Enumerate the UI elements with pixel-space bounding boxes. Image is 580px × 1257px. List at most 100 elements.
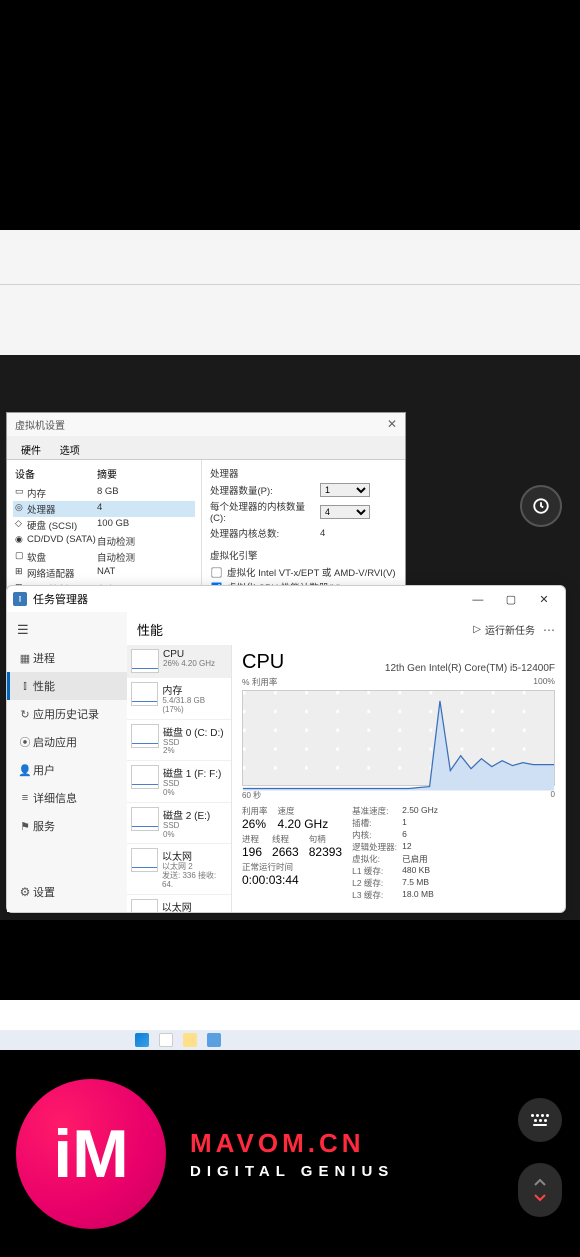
proc-setting-value: 4 xyxy=(320,528,325,539)
app-icon[interactable] xyxy=(207,1033,221,1047)
device-name: CD/DVD (SATA) xyxy=(27,534,97,548)
spec-key: 逻辑处理器: xyxy=(352,841,402,853)
sidebar-item-settings[interactable]: ⚙ 设置 xyxy=(7,876,127,908)
resource-title: 以太网 xyxy=(162,899,227,912)
sidebar-item-label: 用户 xyxy=(33,762,55,778)
keyboard-icon xyxy=(531,1114,549,1126)
hnd-value: 82393 xyxy=(309,845,342,859)
device-name: 软盘 xyxy=(27,550,97,564)
device-row[interactable]: ◇硬盘 (SCSI)100 GB xyxy=(13,517,195,533)
resource-sub: SSD2% xyxy=(163,739,224,757)
resource-item[interactable]: 磁盘 1 (F: F:)SSD0% xyxy=(127,761,231,803)
sidebar-item[interactable]: ↻应用历史记录 xyxy=(7,700,127,728)
proc-setting-select[interactable]: 4 xyxy=(320,505,370,519)
nav-pill[interactable] xyxy=(518,1163,562,1217)
sidebar-item-label: 应用历史记录 xyxy=(33,706,99,722)
proc-setting-label: 每个处理器的内核数量(C): xyxy=(210,499,320,524)
uptime-value: 0:00:03:44 xyxy=(242,873,342,887)
section-processor: 处理器 xyxy=(210,466,397,480)
cpu-heading: CPU xyxy=(242,651,284,674)
tab-options[interactable]: 选项 xyxy=(54,440,86,459)
maximize-icon[interactable]: ▢ xyxy=(496,593,526,606)
resource-thumb xyxy=(131,682,158,706)
device-row[interactable]: ▭内存8 GB xyxy=(13,485,195,501)
start-icon[interactable] xyxy=(135,1033,149,1047)
spec-val: 已启用 xyxy=(402,853,428,865)
explorer-icon[interactable] xyxy=(183,1033,197,1047)
hnd-label: 句柄 xyxy=(309,833,342,845)
resource-sub: 5.4/31.8 GB (17%) xyxy=(162,697,227,715)
sidebar-icon: ⚑ xyxy=(17,820,33,833)
keyboard-button[interactable] xyxy=(518,1098,562,1142)
sidebar-item-label: 详细信息 xyxy=(33,790,77,806)
resource-sub: SSD0% xyxy=(163,780,221,798)
taskmgr-title: 任务管理器 xyxy=(33,591,463,607)
close-icon[interactable]: ✕ xyxy=(529,593,559,606)
run-new-task-button[interactable]: ▷ 运行新任务 xyxy=(473,622,535,637)
graph-xright: 0 xyxy=(551,790,555,801)
resource-item[interactable]: 磁盘 2 (E:)SSD0% xyxy=(127,803,231,845)
spec-key: L3 缓存: xyxy=(352,889,402,901)
resource-thumb xyxy=(131,765,159,789)
brand-tagline: DIGITAL GENIUS xyxy=(190,1163,394,1180)
sidebar-item-label: 进程 xyxy=(33,650,55,666)
tab-hardware[interactable]: 硬件 xyxy=(15,440,47,459)
spec-val: 480 KB xyxy=(402,865,430,877)
minimize-icon[interactable]: — xyxy=(463,594,493,606)
device-row[interactable]: ◉CD/DVD (SATA)自动检测 xyxy=(13,533,195,549)
brand-logo: iM xyxy=(16,1079,166,1229)
virt-checkbox[interactable] xyxy=(211,567,221,577)
hamburger-icon[interactable]: ☰ xyxy=(7,616,127,644)
taskmgr-sidebar: ☰▦进程⫾性能↻应用历史记录⦿启动应用👤用户≡详细信息⚑服务 ⚙ 设置 xyxy=(7,612,127,912)
task-manager-window: ⫾ 任务管理器 — ▢ ✕ ☰▦进程⫾性能↻应用历史记录⦿启动应用👤用户≡详细信… xyxy=(6,585,566,913)
sidebar-item[interactable]: ≡详细信息 xyxy=(7,784,127,812)
resource-item[interactable]: 以太网VMware Network ..发送: 0 接收: 0 Kbp xyxy=(127,895,231,912)
device-row[interactable]: ◎处理器4 xyxy=(13,501,195,517)
spec-key: 虚拟化: xyxy=(352,853,402,865)
proc-setting-select[interactable]: 1 xyxy=(320,483,370,497)
device-row[interactable]: ⊞网络适配器NAT xyxy=(13,565,195,581)
run-icon: ▷ xyxy=(473,624,481,635)
resource-item[interactable]: 磁盘 0 (C: D:)SSD2% xyxy=(127,720,231,762)
close-icon[interactable]: ✕ xyxy=(387,417,397,432)
sidebar-item[interactable]: 👤用户 xyxy=(7,756,127,784)
spec-key: L1 缓存: xyxy=(352,865,402,877)
windows-taskbar[interactable] xyxy=(0,1030,580,1050)
thr-label: 线程 xyxy=(272,833,299,845)
floating-circle-button[interactable] xyxy=(520,485,562,527)
resource-item[interactable]: 以太网以太网 2发送: 336 接收: 64. xyxy=(127,844,231,894)
resource-sub: 以太网 2发送: 336 接收: 64. xyxy=(162,863,227,889)
section-virt-engine: 虚拟化引擎 xyxy=(210,548,397,562)
clock-icon xyxy=(532,497,550,515)
graph-ymax: 100% xyxy=(533,676,555,688)
spec-key: 插槽: xyxy=(352,817,402,829)
sidebar-item[interactable]: ⫾性能 xyxy=(7,672,127,700)
proc-label: 进程 xyxy=(242,833,262,845)
spec-val: 1 xyxy=(402,817,407,829)
resource-item[interactable]: 内存5.4/31.8 GB (17%) xyxy=(127,678,231,720)
device-icon: ◎ xyxy=(15,502,27,516)
sidebar-icon: ⫾ xyxy=(17,680,33,693)
resource-thumb xyxy=(131,899,158,912)
col-device: 设备 xyxy=(15,466,97,481)
resource-thumb xyxy=(131,848,158,872)
taskmgr-app-icon: ⫾ xyxy=(13,592,27,606)
brand-banner: iM MAVOM.CN DIGITAL GENIUS xyxy=(0,1050,580,1257)
sidebar-item[interactable]: ▦进程 xyxy=(7,644,127,672)
device-row[interactable]: ▢软盘自动检测 xyxy=(13,549,195,565)
cpu-model: 12th Gen Intel(R) Core(TM) i5-12400F xyxy=(385,663,555,674)
device-summary: 自动检测 xyxy=(97,550,135,564)
sidebar-item[interactable]: ⚑服务 xyxy=(7,812,127,840)
search-icon[interactable] xyxy=(159,1033,173,1047)
resource-sub: SSD0% xyxy=(163,822,210,840)
chevron-down-icon xyxy=(533,1192,547,1202)
sidebar-item[interactable]: ⦿启动应用 xyxy=(7,728,127,756)
spec-key: 基准速度: xyxy=(352,805,402,817)
chevron-up-icon xyxy=(533,1178,547,1188)
device-name: 处理器 xyxy=(27,502,97,516)
spec-val: 7.5 MB xyxy=(402,877,429,889)
resource-title: 内存 xyxy=(162,682,227,697)
spec-val: 12 xyxy=(402,841,411,853)
more-icon[interactable]: ⋯ xyxy=(543,623,555,637)
resource-item[interactable]: CPU26% 4.20 GHz xyxy=(127,645,231,678)
